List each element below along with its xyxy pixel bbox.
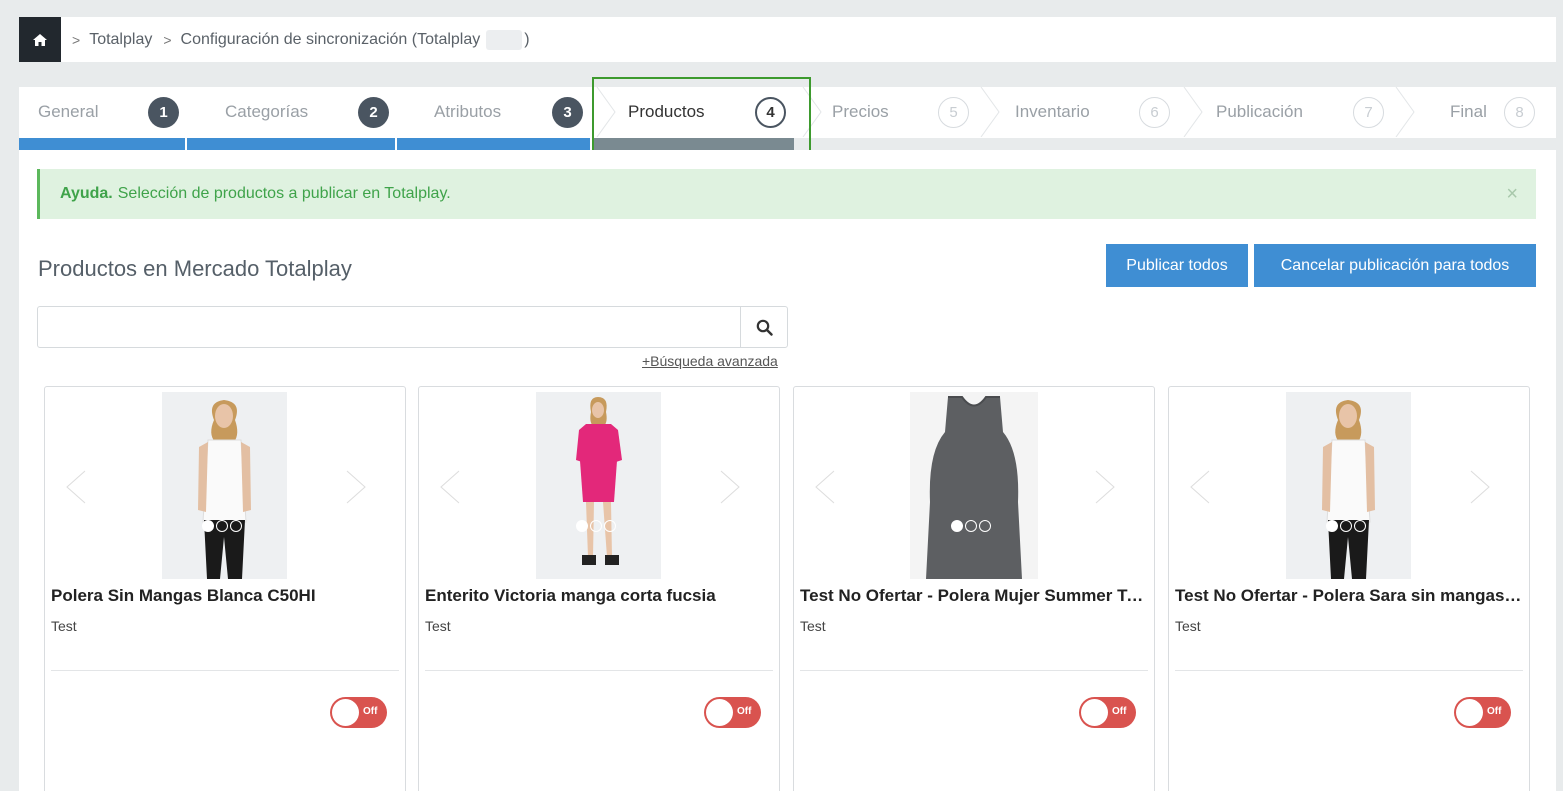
carousel-next-icon[interactable] [341, 467, 371, 507]
product-image[interactable] [1286, 392, 1411, 579]
home-icon [33, 33, 47, 46]
cancel-all-button[interactable]: Cancelar publicación para todos [1254, 244, 1536, 287]
alert-title: Ayuda. [60, 185, 113, 202]
carousel-prev-icon[interactable] [435, 467, 465, 507]
carousel-dot[interactable] [979, 520, 991, 532]
wizard-step-productos[interactable]: Productos 4 [609, 87, 822, 137]
divider [425, 670, 773, 671]
carousel-dot[interactable] [1326, 520, 1338, 532]
carousel-dots [202, 520, 242, 532]
carousel-dot[interactable] [230, 520, 242, 532]
publish-all-button[interactable]: Publicar todos [1106, 244, 1248, 287]
progress-segment [19, 138, 185, 150]
carousel-next-icon[interactable] [1465, 467, 1495, 507]
product-title[interactable]: Polera Sin Mangas Blanca C50HI [51, 586, 399, 606]
product-title[interactable]: Test No Ofertar - Polera Mujer Summer Ta… [800, 586, 1148, 606]
search-input[interactable] [38, 307, 740, 347]
product-title[interactable]: Test No Ofertar - Polera Sara sin mangas… [1175, 586, 1523, 606]
carousel-prev-icon[interactable] [61, 467, 91, 507]
publish-toggle[interactable]: Off [704, 697, 761, 728]
wizard-step-categorias[interactable]: Categorías 2 [205, 87, 415, 137]
toggle-knob [1456, 699, 1483, 726]
carousel-dot[interactable] [576, 520, 588, 532]
product-title[interactable]: Enterito Victoria manga corta fucsia [425, 586, 773, 606]
product-photo-fuchsia-romper [536, 392, 661, 579]
product-subtitle: Test [1175, 618, 1201, 634]
publish-toggle[interactable]: Off [1454, 697, 1511, 728]
progress-segment [397, 138, 590, 150]
carousel-next-icon[interactable] [715, 467, 745, 507]
product-image[interactable] [162, 392, 287, 579]
toggle-label: Off [1112, 706, 1127, 717]
breadcrumb: > Totalplay > Configuración de sincroniz… [19, 17, 1556, 62]
breadcrumb-item-config: Configuración de sincronización (Totalpl… [180, 30, 481, 48]
close-icon[interactable]: × [1506, 183, 1518, 206]
product-subtitle: Test [425, 618, 451, 634]
carousel-prev-icon[interactable] [1185, 467, 1215, 507]
carousel-dots [576, 520, 616, 532]
home-button[interactable] [19, 17, 61, 62]
advanced-search-link[interactable]: +Búsqueda avanzada [642, 353, 778, 369]
carousel-dot[interactable] [1340, 520, 1352, 532]
product-card: Polera Sin Mangas Blanca C50HI Test Off [44, 386, 406, 791]
progress-segment-active [592, 138, 794, 150]
carousel-dots [951, 520, 991, 532]
page-title: Productos en Mercado Totalplay [38, 256, 352, 281]
product-image[interactable] [910, 392, 1038, 579]
product-card: Test No Ofertar - Polera Mujer Summer Ta… [793, 386, 1155, 791]
carousel-dot[interactable] [216, 520, 228, 532]
search-icon [756, 319, 773, 336]
alert-text: Selección de productos a publicar en Tot… [117, 185, 451, 202]
toggle-knob [706, 699, 733, 726]
divider [51, 670, 399, 671]
redacted-text [486, 29, 523, 50]
toggle-label: Off [1487, 706, 1502, 717]
carousel-dot[interactable] [202, 520, 214, 532]
divider [800, 670, 1148, 671]
wizard-steps: General 1 Categorías 2 Atributos 3 Produ… [19, 87, 1556, 150]
product-photo-white-top [1286, 392, 1411, 579]
progress-segment [187, 138, 395, 150]
wizard-step-inventario[interactable]: Inventario 6 [994, 87, 1203, 137]
wizard-step-general[interactable]: General 1 [19, 87, 205, 137]
carousel-dot[interactable] [1354, 520, 1366, 532]
product-card: Test No Ofertar - Polera Sara sin mangas… [1168, 386, 1530, 791]
carousel-dot[interactable] [604, 520, 616, 532]
search-box [37, 306, 788, 348]
product-subtitle: Test [51, 618, 77, 634]
carousel-next-icon[interactable] [1090, 467, 1120, 507]
product-card: Enterito Victoria manga corta fucsia Tes… [418, 386, 780, 791]
toggle-label: Off [363, 706, 378, 717]
wizard-step-precios[interactable]: Precios 5 [809, 87, 1000, 137]
chevron-right-icon: > [163, 31, 172, 48]
wizard-step-atributos[interactable]: Atributos 3 [415, 87, 616, 137]
product-photo-grey-tank [910, 392, 1038, 579]
carousel-prev-icon[interactable] [810, 467, 840, 507]
progress-segment-remaining [794, 138, 1556, 150]
chevron-right-icon: > [72, 31, 81, 48]
carousel-dot[interactable] [965, 520, 977, 532]
wizard-step-publicacion[interactable]: Publicación 7 [1194, 87, 1415, 137]
toggle-knob [332, 699, 359, 726]
divider [1175, 670, 1523, 671]
carousel-dots [1326, 520, 1366, 532]
carousel-dot[interactable] [590, 520, 602, 532]
breadcrumb-suffix: ) [524, 30, 530, 48]
help-alert: Ayuda. Selección de productos a publicar… [37, 169, 1536, 219]
publish-toggle[interactable]: Off [330, 697, 387, 728]
publish-toggle[interactable]: Off [1079, 697, 1136, 728]
carousel-dot[interactable] [951, 520, 963, 532]
product-photo-white-top [162, 392, 287, 579]
toggle-label: Off [737, 706, 752, 717]
product-image[interactable] [536, 392, 661, 579]
toggle-knob [1081, 699, 1108, 726]
breadcrumb-item-totalplay[interactable]: Totalplay [89, 31, 152, 49]
main-content: Ayuda. Selección de productos a publicar… [19, 150, 1556, 791]
product-subtitle: Test [800, 618, 826, 634]
search-button[interactable] [740, 307, 787, 347]
wizard-step-final[interactable]: Final 8 [1394, 87, 1556, 137]
